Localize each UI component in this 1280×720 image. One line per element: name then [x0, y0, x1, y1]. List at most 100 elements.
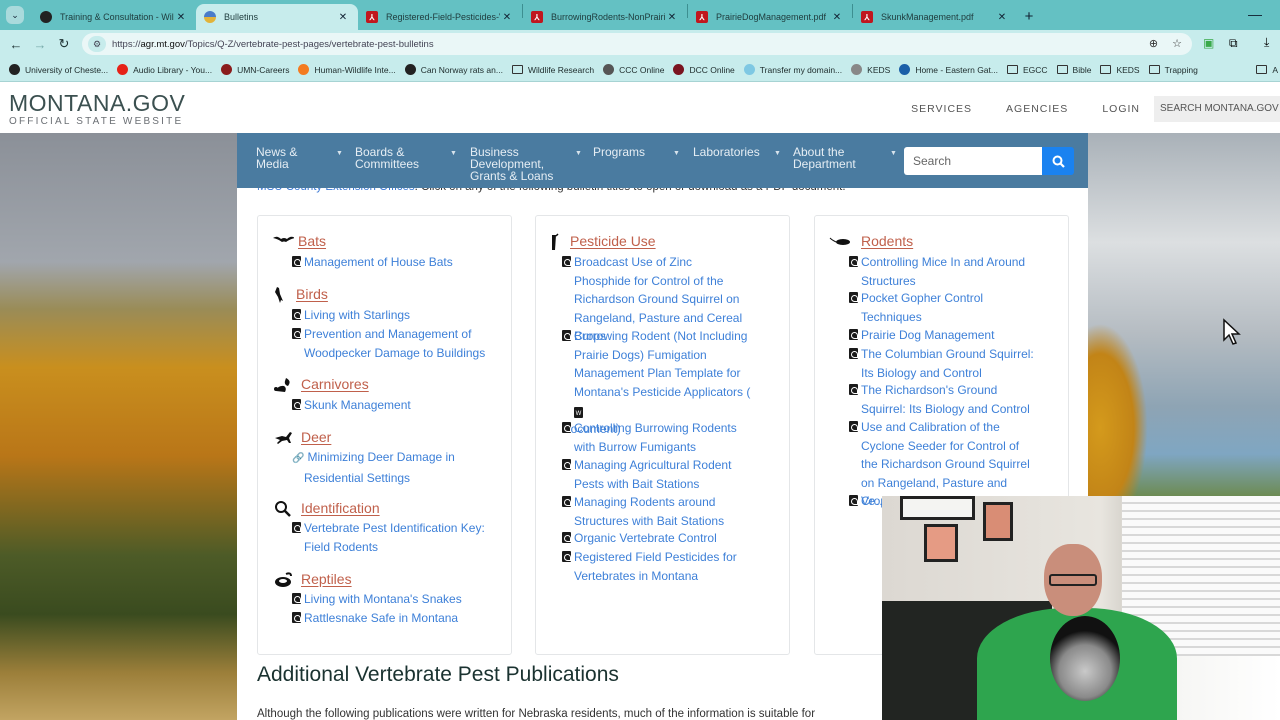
close-tab-icon[interactable]: ✕ — [500, 12, 514, 23]
bulletin-link[interactable]: Organic Vertebrate Control — [562, 529, 752, 548]
bookmark-item[interactable]: KEDS — [1100, 65, 1140, 75]
site-favicon — [899, 64, 911, 75]
category-link[interactable]: Reptiles — [301, 571, 352, 587]
bookmark-item[interactable]: KEDS — [851, 64, 890, 75]
bulletin-link[interactable]: Rattlesnake Safe in Montana — [292, 609, 492, 628]
bulletin-link[interactable]: Prairie Dog Management — [849, 326, 1039, 345]
bulletin-link-text: Controlling Burrowing Rodents with Burro… — [574, 421, 737, 454]
tab-5[interactable]: ⅄ SkunkManagement.pdf ✕ — [853, 4, 1017, 30]
bookmark-item[interactable]: Can Norway rats an... — [404, 64, 503, 75]
tab-3[interactable]: ⅄ BurrowingRodents-NonPrairieD ✕ — [523, 4, 687, 30]
new-tab-button[interactable]: + — [1017, 8, 1041, 25]
pdf-icon — [292, 256, 301, 267]
category-link[interactable]: Rodents — [861, 233, 913, 249]
bookmark-item[interactable]: Human-Wildlife Inte... — [298, 64, 396, 75]
reload-button[interactable]: ↻ — [52, 36, 76, 52]
url-path: /Topics/Q-Z/vertebrate-pest-pages/verteb… — [184, 38, 434, 50]
bulletin-link-text: Pocket Gopher Control Techniques — [861, 291, 984, 324]
header-link-agencies[interactable]: AGENCIES — [1006, 103, 1068, 115]
bulletin-link[interactable]: 🔗 Minimizing Deer Damage in Residential S… — [292, 448, 492, 487]
bulletin-link[interactable]: Pocket Gopher Control Techniques — [849, 289, 1039, 326]
close-tab-icon[interactable]: ✕ — [830, 12, 844, 23]
bulletin-link[interactable]: The Richardson's Ground Squirrel: Its Bi… — [849, 381, 1039, 418]
tab-4[interactable]: ⅄ PrairieDogManagement.pdf ✕ — [688, 4, 852, 30]
bulletin-link-text: Registered Field Pesticides for Vertebra… — [574, 550, 737, 583]
bookmark-item[interactable]: Audio Library - You... — [117, 64, 212, 75]
bulletin-link[interactable]: Living with Montana's Snakes — [292, 590, 492, 609]
category-link[interactable]: Identification — [301, 500, 380, 516]
extension-icon[interactable]: ▣ — [1203, 36, 1214, 50]
bulletin-link[interactable]: Skunk Management — [292, 396, 492, 415]
bulletin-link[interactable]: Management of House Bats — [292, 253, 492, 272]
nav-item[interactable]: News & Media ▼ — [256, 146, 343, 170]
nav-item[interactable]: Boards & Committees ▼ — [355, 146, 457, 170]
folder-icon — [1256, 65, 1268, 74]
bookmark-item[interactable]: Bible — [1056, 65, 1091, 75]
bookmark-item[interactable]: DCC Online — [673, 64, 735, 75]
bookmark-star-icon[interactable]: ☆ — [1172, 37, 1182, 50]
download-icon[interactable]: ⤓ — [1264, 35, 1269, 50]
montana-gov-logo[interactable]: MONTANA.GOV OFFICIAL STATE WEBSITE — [9, 92, 185, 128]
nav-item[interactable]: About the Department ▼ — [793, 146, 897, 170]
bat-icon — [272, 232, 294, 250]
logo-sub: OFFICIAL STATE WEBSITE — [9, 116, 184, 127]
deer-icon — [272, 428, 294, 446]
bookmark-item[interactable]: Wildlife Research — [511, 64, 595, 75]
section-heading: Additional Vertebrate Pest Publications — [257, 663, 619, 686]
tab-search-button[interactable]: ⌄ — [6, 6, 24, 24]
site-search-input[interactable]: Search — [904, 147, 1042, 175]
category-link[interactable]: Carnivores — [301, 376, 369, 392]
bookmark-item[interactable]: Trapping — [1148, 64, 1198, 75]
bookmark-item[interactable]: EGCC — [1006, 65, 1048, 75]
bookmark-item[interactable]: UMN-Careers — [221, 64, 289, 75]
tab-1[interactable]: Bulletins ✕ — [196, 4, 358, 30]
minimize-window-button[interactable]: — — [1248, 6, 1262, 22]
bookmark-item[interactable]: University of Cheste... — [9, 64, 108, 75]
close-tab-icon[interactable]: ✕ — [665, 12, 679, 23]
nav-item[interactable]: Programs ▼ — [593, 146, 680, 158]
bookmark-item[interactable]: CCC Online — [603, 64, 664, 75]
bulletin-link[interactable]: Managing Agricultural Rodent Pests with … — [562, 456, 752, 493]
extensions-puzzle-icon[interactable]: ⧉ — [1229, 36, 1238, 51]
category-link[interactable]: Birds — [296, 286, 328, 302]
tab-0[interactable]: Training & Consultation - Wildl ✕ — [32, 4, 196, 30]
bulletin-link-text: The Columbian Ground Squirrel: Its Biolo… — [861, 347, 1034, 380]
close-tab-icon[interactable]: ✕ — [174, 12, 188, 23]
category-link[interactable]: Bats — [298, 233, 326, 249]
bulletin-card-1: Bats Management of House Bats Birds Living … — [257, 215, 512, 655]
close-tab-icon[interactable]: ✕ — [995, 12, 1009, 23]
site-info-icon[interactable]: ⚙ — [88, 36, 106, 52]
bulletin-link[interactable]: Controlling Mice In and Around Structure… — [849, 253, 1039, 290]
back-button[interactable]: ← — [4, 37, 28, 52]
bulletin-link[interactable]: Vertebrate Pest Identification Key: Fiel… — [292, 519, 492, 556]
category-link[interactable]: Pesticide Use — [570, 233, 656, 249]
bulletin-card-2: Pesticide Use Broadcast Use of Zinc Phosp… — [535, 215, 790, 655]
bookmark-item[interactable]: Home - Eastern Gat... — [899, 64, 998, 75]
bookmark-item[interactable]: Transfer my domain... — [743, 64, 842, 75]
bookmark-label: Trapping — [1164, 64, 1198, 75]
bulletin-link[interactable]: The Columbian Ground Squirrel: Its Biolo… — [849, 345, 1039, 382]
bulletin-link[interactable]: Controlling Burrowing Rodents with Burro… — [562, 419, 752, 456]
nav-item[interactable]: Business Development, Grants & Loans ▼ — [470, 146, 582, 182]
bookmark-label: Wildlife Research — [527, 64, 595, 75]
microphone — [1050, 616, 1120, 701]
header-link-services[interactable]: SERVICES — [911, 103, 972, 115]
site-header: MONTANA.GOV OFFICIAL STATE WEBSITE SERVI… — [0, 82, 1280, 133]
bulletin-link[interactable]: Living with Starlings — [292, 306, 492, 325]
zoom-icon[interactable]: ⊕ — [1149, 37, 1158, 50]
bulletin-link-text: Prairie Dog Management — [861, 328, 995, 342]
bulletin-link[interactable]: Managing Rodents around Structures with … — [562, 493, 752, 530]
bulletin-link[interactable]: Registered Field Pesticides for Vertebra… — [562, 548, 752, 585]
header-link-login[interactable]: LOGIN — [1102, 103, 1140, 115]
caret-down-icon: ▼ — [575, 150, 582, 157]
site-search-button[interactable] — [1042, 147, 1074, 175]
montana-search-input[interactable]: SEARCH MONTANA.GOV — [1154, 96, 1280, 122]
tab-2[interactable]: ⅄ Registered-Field-Pesticides-Ver ✕ — [358, 4, 522, 30]
address-bar[interactable]: ⚙ https://agr.mt.gov/Topics/Q-Z/vertebra… — [82, 33, 1192, 55]
close-tab-icon[interactable]: ✕ — [336, 12, 350, 23]
bulletin-link[interactable]: Prevention and Management of Woodpecker … — [292, 325, 492, 362]
bookmark-item[interactable]: A — [1256, 65, 1278, 75]
forward-button[interactable]: → — [28, 37, 52, 52]
category-link[interactable]: Deer — [301, 429, 331, 445]
nav-item[interactable]: Laboratories ▼ — [693, 146, 781, 158]
